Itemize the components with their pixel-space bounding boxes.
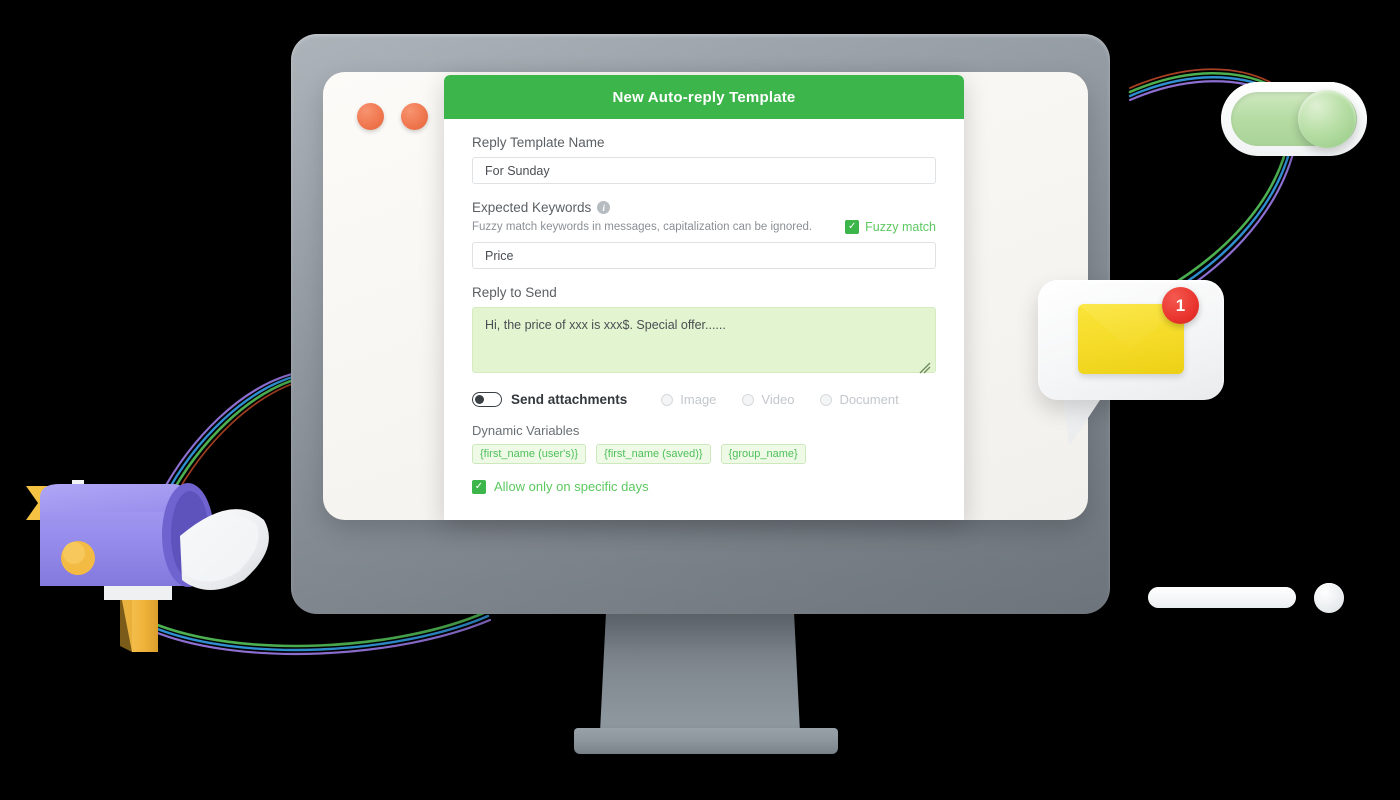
allow-specific-days-checkbox[interactable]: ✓ Allow only on specific days: [472, 479, 936, 494]
dynamic-variables-chips: {first_name (user's)} {first_name (saved…: [472, 444, 936, 464]
mailbox-3d: [26, 480, 269, 652]
fuzzy-match-hint: Fuzzy match keywords in messages, capita…: [472, 221, 813, 233]
attachment-option-video[interactable]: Video: [742, 392, 794, 407]
window-dot-1[interactable]: [357, 103, 384, 130]
window-dot-2[interactable]: [401, 103, 428, 130]
reply-to-send-label: Reply to Send: [472, 285, 557, 300]
allow-specific-days-label: Allow only on specific days: [494, 479, 649, 494]
toggle-switch-track: [1231, 90, 1357, 148]
monitor-power-button[interactable]: [1314, 583, 1344, 613]
radio-icon: [661, 393, 674, 406]
dynamic-variable-chip[interactable]: {first_name (saved)}: [596, 444, 711, 464]
fuzzy-match-label: Fuzzy match: [865, 220, 936, 234]
new-auto-reply-template-dialog: New Auto-reply Template Reply Template N…: [444, 75, 964, 520]
fuzzy-match-check-icon: ✓: [845, 220, 860, 234]
toggle-switch-3d[interactable]: [1221, 82, 1367, 156]
attachment-option-image[interactable]: Image: [661, 392, 716, 407]
notification-badge: 1: [1162, 287, 1199, 324]
attachment-option-label: Image: [680, 392, 717, 407]
attachment-option-document[interactable]: Document: [820, 392, 899, 407]
dynamic-variable-chip[interactable]: {group_name}: [720, 444, 806, 464]
reply-to-send-textarea[interactable]: Hi, the price of xxx is xxx$. Special of…: [472, 307, 936, 373]
attachment-type-options: Image Video Document: [661, 392, 899, 407]
info-icon[interactable]: i: [597, 201, 611, 214]
dialog-header: New Auto-reply Template: [444, 75, 964, 119]
radio-icon: [742, 393, 755, 406]
screenshot-stage: New Auto-reply Template Reply Template N…: [0, 0, 1400, 800]
send-attachments-label: Send attachments: [511, 392, 628, 407]
template-name-input[interactable]: [472, 157, 936, 184]
monitor-stand-neck: [600, 612, 800, 732]
dynamic-variable-chip[interactable]: {first_name (user's)}: [472, 444, 587, 464]
fuzzy-match-checkbox[interactable]: ✓ Fuzzy match: [845, 220, 936, 234]
send-attachments-toggle[interactable]: [472, 392, 502, 407]
radio-icon: [820, 393, 833, 406]
allow-specific-days-check-icon: ✓: [472, 479, 486, 494]
toggle-switch-knob: [1298, 90, 1356, 148]
fuzzy-match-row: Fuzzy match keywords in messages, capita…: [472, 220, 936, 234]
dialog-title: New Auto-reply Template: [612, 88, 796, 106]
attachment-option-label: Document: [839, 392, 899, 407]
expected-keywords-label-text: Expected Keywords: [472, 200, 592, 215]
attachment-option-label: Video: [761, 392, 795, 407]
expected-keywords-label: Expected Keywords i: [472, 200, 936, 215]
expected-keywords-input[interactable]: [472, 242, 936, 269]
template-name-label: Reply Template Name: [472, 135, 605, 150]
dialog-body: Reply Template Name Expected Keywords i …: [444, 119, 964, 494]
monitor-stand-base: [574, 728, 838, 754]
dynamic-variables-label: Dynamic Variables: [472, 423, 580, 438]
monitor-light-bar: [1148, 587, 1296, 608]
toggle-knob: [474, 394, 484, 404]
send-attachments-row: Send attachments Image Video Document: [472, 392, 936, 407]
